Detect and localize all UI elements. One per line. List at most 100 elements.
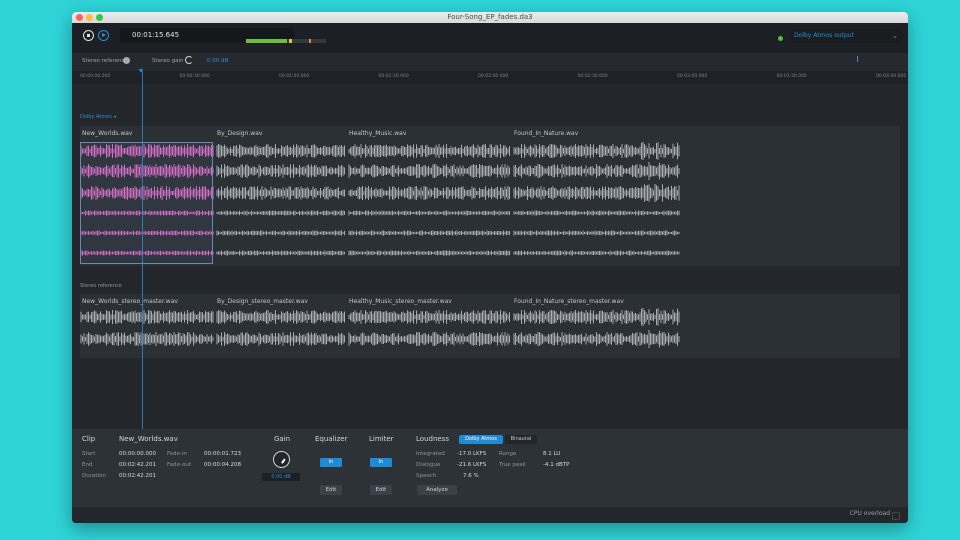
duration-label: Duration	[82, 473, 106, 479]
play-button[interactable]	[98, 30, 109, 41]
true-peak-label: True peak	[499, 462, 526, 468]
waveform-clip-3	[513, 162, 680, 180]
waveform-clip-3	[513, 142, 680, 160]
integrated-label: Integrated	[416, 451, 445, 457]
equalizer-in-button[interactable]: In	[320, 458, 342, 467]
waveform-clip-1	[216, 210, 345, 216]
gain-value[interactable]: 0.00 dB	[262, 473, 300, 481]
speech-label: Speech	[416, 473, 437, 479]
fade-out-value[interactable]: 00:00:04.208	[204, 462, 241, 468]
loudness-mode-binaural[interactable]: Binaural	[505, 435, 537, 444]
options-bar: Stereo reference Stereo gain 0.00 dB	[72, 53, 908, 71]
output-status-led	[778, 36, 783, 41]
loudness-mode-atmos[interactable]: Dolby Atmos	[459, 435, 503, 444]
timeline-ruler[interactable]: 00:00:00.000 00:00:30.000 00:01:00.000 00:0…	[72, 71, 908, 85]
transport-bar: 00:01:15.645 Dolby Atmos output ⌄	[72, 23, 908, 53]
gain-title: Gain	[274, 435, 291, 443]
waveform-clip-1	[216, 230, 345, 236]
cpu-overload-indicator	[892, 512, 900, 520]
range-label: Range	[499, 451, 517, 457]
status-bar: CPU overload	[72, 507, 908, 523]
loudness-title: Loudness	[416, 435, 449, 443]
stereo-gain-label: Stereo gain	[152, 58, 184, 64]
waveform-clip-3	[513, 250, 680, 256]
waveform-clip-1	[216, 164, 345, 178]
tracks-area: Dolby Atmos ◂ New_Worlds.wav By_Design.w…	[72, 84, 908, 429]
waveform-clip-2	[348, 210, 510, 216]
chevron-down-icon: ⌄	[892, 32, 898, 40]
end-value[interactable]: 00:02:42.201	[119, 462, 156, 468]
cpu-overload-label: CPU overload	[849, 510, 890, 517]
waveform-clip-1	[216, 186, 345, 200]
clip-section-title: Clip	[82, 435, 96, 443]
title-bar: Four-Song_EP_fades.da3	[72, 12, 908, 23]
ruler-tick: 00:01:30.000	[378, 74, 409, 79]
waveform-clip-1	[216, 250, 345, 256]
equalizer-edit-button[interactable]: Edit	[320, 485, 342, 495]
app-window: Four-Song_EP_fades.da3 00:01:15.645 Dolb…	[72, 12, 908, 523]
waveform-clip-2	[348, 186, 510, 200]
waveform-clip-2	[348, 250, 510, 256]
timecode-display: 00:01:15.645	[120, 28, 326, 43]
waveform-clip-0	[80, 310, 214, 324]
waveform-clip-2	[348, 164, 510, 178]
speech-value: 7.6 %	[463, 473, 479, 479]
stereo-reference-toggle[interactable]	[123, 57, 130, 64]
limiter-edit-button[interactable]: Edit	[370, 485, 392, 495]
clip-name: New_Worlds.wav	[119, 435, 178, 443]
waveform-clip-2	[348, 332, 510, 346]
stereo-gain-knob[interactable]	[185, 56, 193, 64]
stereo-waveforms[interactable]	[80, 294, 900, 358]
ruler-tick: 00:03:00.000	[677, 74, 708, 79]
dialogue-value: -21.6 LKFS	[457, 462, 487, 468]
ruler-tick: 00:00:00.000	[80, 74, 111, 79]
waveform-clip-1	[216, 144, 345, 158]
equalizer-title: Equalizer	[315, 435, 348, 443]
atmos-lane-label[interactable]: Dolby Atmos ◂	[80, 114, 116, 120]
waveform-clip-2	[348, 144, 510, 158]
start-value[interactable]: 00:00:00.000	[119, 451, 156, 457]
ruler-tick: 00:00:30.000	[179, 74, 210, 79]
waveform-clip-3	[513, 330, 680, 348]
waveform-clip-3	[513, 210, 680, 216]
selected-clip-outline[interactable]	[80, 142, 213, 264]
stereo-gain-value[interactable]: 0.00 dB	[207, 58, 228, 64]
level-meter	[246, 39, 326, 43]
end-label: End	[82, 462, 93, 468]
stereo-reference-label: Stereo reference	[82, 58, 128, 64]
ruler-tick: 00:01:00.000	[279, 74, 310, 79]
fade-in-label: Fade-in	[167, 451, 187, 457]
playhead-line[interactable]	[142, 71, 143, 429]
limiter-title: Limiter	[369, 435, 394, 443]
waveform-clip-0	[80, 332, 214, 346]
analyze-button[interactable]: Analyze	[417, 485, 457, 495]
stop-button[interactable]	[83, 30, 94, 41]
duration-value[interactable]: 00:02:42.201	[119, 473, 156, 479]
start-label: Start	[82, 451, 96, 457]
waveform-clip-3	[513, 308, 680, 326]
integrated-value: -17.0 LKFS	[457, 451, 487, 457]
waveform-clip-2	[348, 230, 510, 236]
waveform-clip-1	[216, 310, 345, 324]
ruler-tick: 00:03:30.000	[776, 74, 807, 79]
fade-out-label: Fade-out	[167, 462, 191, 468]
zoom-slider-thumb[interactable]	[857, 56, 858, 62]
true-peak-value: -4.1 dBTP	[543, 462, 570, 468]
window-title: Four-Song_EP_fades.da3	[447, 13, 533, 21]
dialogue-label: Dialogue	[416, 462, 441, 468]
waveform-clip-3	[513, 230, 680, 236]
waveform-clip-2	[348, 310, 510, 324]
waveform-clip-3	[513, 184, 680, 202]
fade-in-value[interactable]: 00:00:01.723	[204, 451, 241, 457]
output-device-value: Dolby Atmos output	[794, 32, 854, 39]
stereo-lane: New_Worlds_stereo_master.wav By_Design_s…	[80, 294, 900, 358]
stereo-lane-label: Stereo reference	[80, 283, 122, 289]
timecode-value: 00:01:15.645	[132, 31, 180, 39]
range-value: 8.1 LU	[543, 451, 561, 457]
ruler-tick: 00:04:00.000	[876, 74, 907, 79]
waveform-clip-1	[216, 332, 345, 346]
gain-knob[interactable]	[273, 451, 290, 468]
limiter-in-button[interactable]: In	[370, 458, 392, 467]
ruler-tick: 00:02:00.000	[478, 74, 509, 79]
output-device-select[interactable]: Dolby Atmos output ⌄	[790, 29, 902, 43]
